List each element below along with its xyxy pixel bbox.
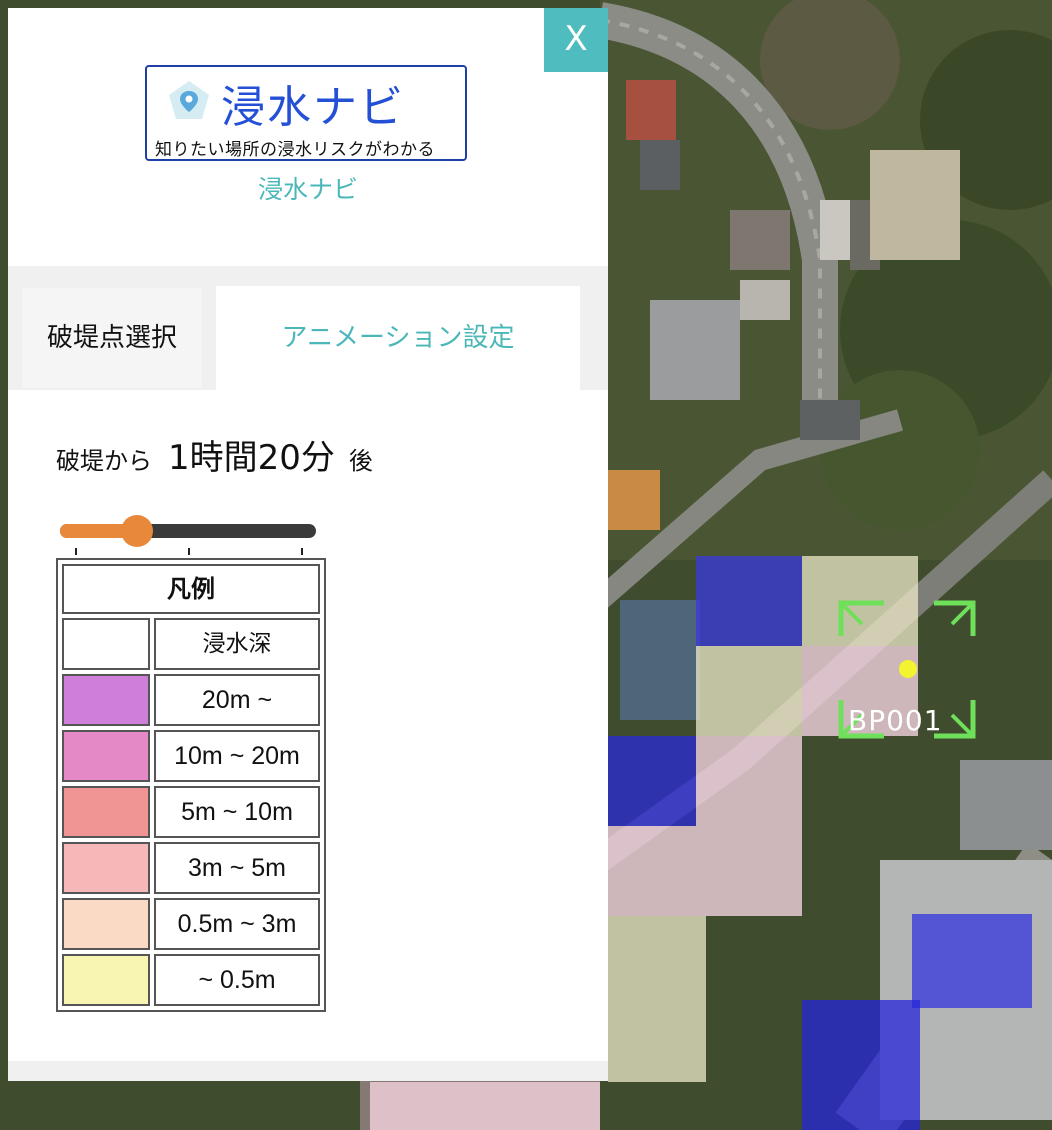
logo-title: 浸水ナビ <box>221 82 405 133</box>
elapsed-suffix: 後 <box>348 447 373 475</box>
animation-settings-content: 破堤から 1時間20分後 凡例 浸水深 20m ~ 10m ~ 20m 5m ~… <box>8 390 608 1061</box>
slider-thumb[interactable] <box>121 515 153 547</box>
legend-label: ~ 0.5m <box>154 954 320 1006</box>
legend-swatch <box>62 898 150 950</box>
legend-title: 凡例 <box>62 564 320 614</box>
legend-swatch <box>62 786 150 838</box>
elapsed-prefix: 破堤から <box>56 447 152 475</box>
legend-swatch <box>62 954 150 1006</box>
app-logo: 浸水ナビ 知りたい場所の浸水リスクがわかる <box>145 65 467 161</box>
legend-row: 20m ~ <box>62 674 324 726</box>
breach-point-label: BP001 <box>848 704 943 737</box>
legend-row: 5m ~ 10m <box>62 786 324 838</box>
legend-swatch <box>62 842 150 894</box>
map-pin-icon <box>169 81 209 119</box>
slider-tick <box>75 548 77 555</box>
legend-label: 20m ~ <box>154 674 320 726</box>
legend-header-row: 浸水深 <box>62 618 324 670</box>
time-slider[interactable] <box>60 514 318 555</box>
tab-breach-point-select[interactable]: 破堤点選択 <box>22 288 202 388</box>
side-panel: 浸水ナビ 知りたい場所の浸水リスクがわかる 浸水ナビ X 破堤点選択 アニメーシ… <box>8 8 608 1081</box>
elapsed-time-value: 1時間20分 <box>168 438 335 478</box>
legend-row: 3m ~ 5m <box>62 842 324 894</box>
slider-tick <box>301 548 303 555</box>
panel-header: 浸水ナビ 知りたい場所の浸水リスクがわかる 浸水ナビ X <box>8 8 608 266</box>
legend-header-label: 浸水深 <box>154 618 320 670</box>
app-name: 浸水ナビ <box>257 175 358 204</box>
legend-swatch <box>62 730 150 782</box>
legend-table: 凡例 浸水深 20m ~ 10m ~ 20m 5m ~ 10m 3m ~ 5m <box>56 558 326 1012</box>
logo-tagline: 知りたい場所の浸水リスクがわかる <box>155 140 435 160</box>
legend-row: 0.5m ~ 3m <box>62 898 324 950</box>
slider-tick <box>188 548 190 555</box>
tab-animation-settings[interactable]: アニメーション設定 <box>216 286 580 390</box>
legend-label: 10m ~ 20m <box>154 730 320 782</box>
legend-label: 0.5m ~ 3m <box>154 898 320 950</box>
legend-label: 3m ~ 5m <box>154 842 320 894</box>
legend-label: 5m ~ 10m <box>154 786 320 838</box>
legend-swatch <box>62 674 150 726</box>
legend-row: 10m ~ 20m <box>62 730 324 782</box>
elapsed-time: 破堤から 1時間20分後 <box>56 430 373 479</box>
legend-row: ~ 0.5m <box>62 954 324 1006</box>
legend-header-blank <box>62 618 150 670</box>
close-button[interactable]: X <box>544 8 608 72</box>
